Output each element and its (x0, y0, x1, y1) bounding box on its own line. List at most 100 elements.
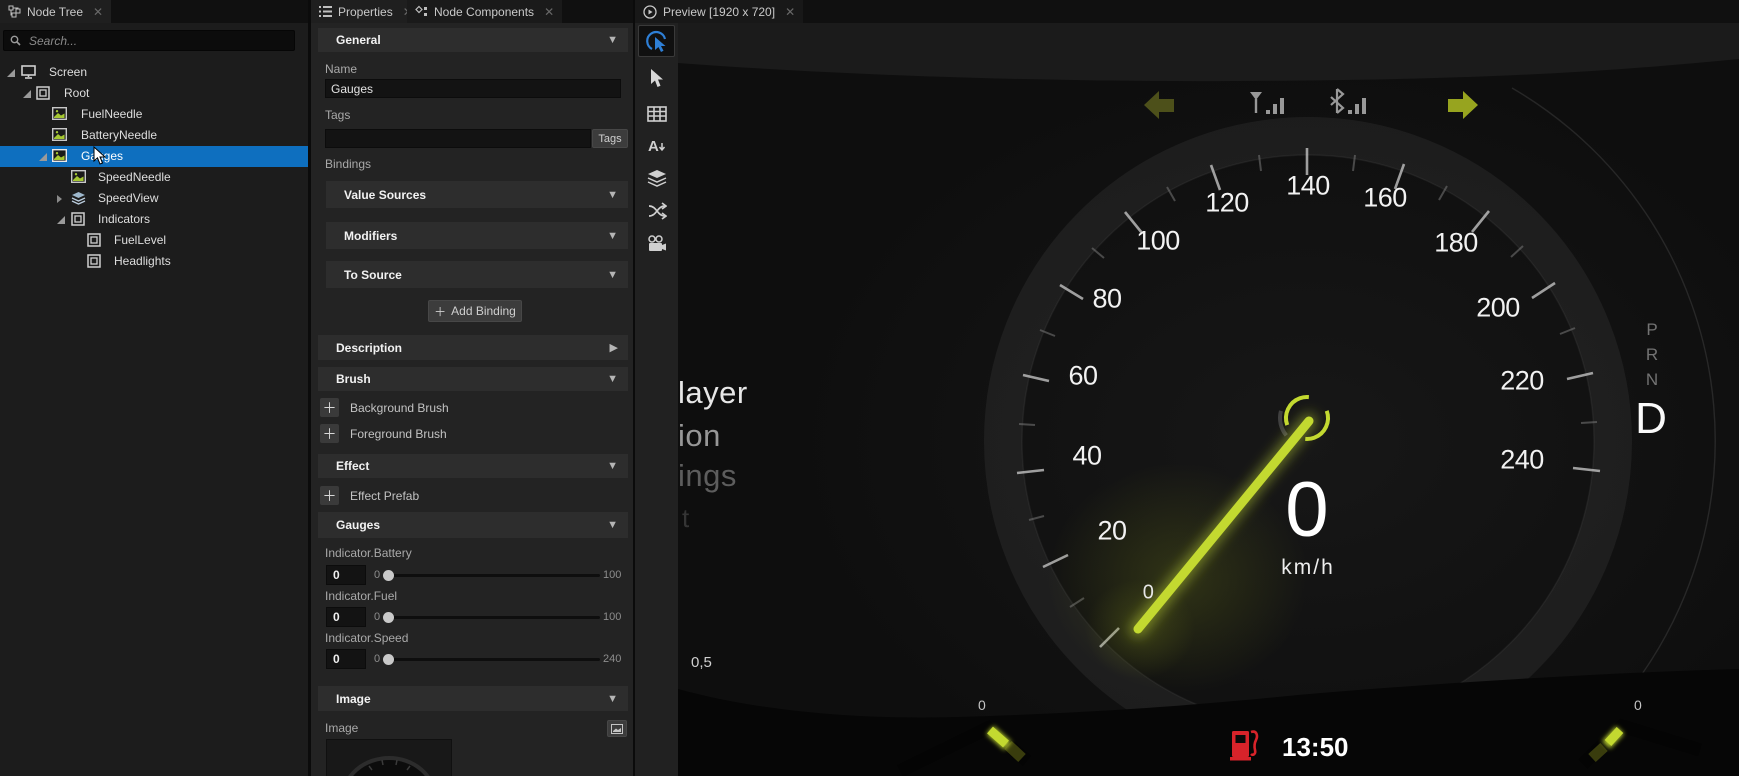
chevron-down-icon: ▼ (607, 693, 618, 705)
speed-scale-label: 220 (1500, 366, 1544, 397)
expander-icon[interactable] (23, 90, 31, 98)
preview-tabbar: Preview [1920 x 720] ✕ (635, 0, 1739, 23)
gear-active: D (1635, 394, 1667, 444)
animation-tool-button[interactable] (638, 228, 675, 260)
section-to-source[interactable]: To Source ▼ (326, 261, 628, 288)
chevron-down-icon: ▼ (607, 373, 618, 385)
tree-item-speedneedle[interactable]: SpeedNeedle (0, 167, 308, 188)
search-input[interactable] (27, 33, 271, 49)
foreground-brush-label: Foreground Brush (350, 427, 447, 441)
preview-viewport[interactable]: layer ion ings t 20 40 60 80 100 120 140… (678, 23, 1739, 776)
section-effect[interactable]: Effect ▼ (318, 454, 628, 478)
section-title: Brush (336, 372, 371, 386)
tree-item-batteryneedle[interactable]: BatteryNeedle (0, 125, 308, 146)
plus-icon: ＋ (434, 303, 446, 320)
expander-icon[interactable] (39, 153, 47, 161)
node-2d-icon (87, 254, 102, 268)
tree-item-fuelneedle[interactable]: FuelNeedle (0, 104, 308, 125)
indicator-speed-label: Indicator.Speed (325, 631, 408, 645)
grid-tool-button[interactable] (638, 98, 675, 130)
add-foreground-brush-button[interactable]: ＋ (320, 424, 339, 443)
menu-fragment: ings (678, 458, 737, 494)
node-tree-tab-label: Node Tree (27, 5, 83, 19)
close-icon[interactable]: ✕ (785, 5, 795, 19)
section-value-sources[interactable]: Value Sources ▼ (326, 181, 628, 208)
video-camera-icon (647, 235, 667, 253)
tree-item-label: SpeedView (98, 191, 159, 205)
slider-thumb[interactable] (383, 654, 394, 665)
add-effect-prefab-button[interactable]: ＋ (320, 486, 339, 505)
add-background-brush-button[interactable]: ＋ (320, 398, 339, 417)
image-thumbnail-preview (327, 740, 451, 776)
tree-item-gauges[interactable]: Gauges (0, 146, 308, 167)
background-brush-label: Background Brush (350, 401, 449, 415)
add-binding-button[interactable]: ＋Add Binding (428, 300, 522, 322)
section-title: Effect (336, 459, 369, 473)
expander-icon[interactable] (57, 216, 65, 224)
close-icon[interactable]: ✕ (93, 5, 103, 19)
search-box[interactable] (3, 30, 295, 51)
tree-item-headlights[interactable]: Headlights (0, 251, 308, 272)
tab-preview[interactable]: Preview [1920 x 720] ✕ (635, 0, 803, 23)
tab-properties[interactable]: Properties ✕ (311, 0, 421, 23)
name-label: Name (325, 62, 357, 76)
image-picker-button[interactable] (607, 720, 627, 737)
layers-icon (71, 191, 86, 205)
section-brush[interactable]: Brush ▼ (318, 367, 628, 391)
tab-node-components[interactable]: Node Components ✕ (407, 0, 562, 23)
application-window: Node Tree ✕ Screen Root FuelNeedle Batte… (0, 0, 1739, 776)
name-field[interactable] (325, 79, 621, 98)
grid-icon (647, 106, 667, 122)
speed-scale-label: 40 (1072, 441, 1101, 472)
expander-icon[interactable] (7, 69, 15, 77)
select-tool-button[interactable] (638, 62, 675, 94)
slider-thumb[interactable] (383, 570, 394, 581)
tree-item-root[interactable]: Root (0, 83, 308, 104)
menu-fragment: ion (678, 418, 721, 454)
section-gauges[interactable]: Gauges ▼ (318, 512, 628, 538)
indicator-speed-slider[interactable] (393, 658, 600, 661)
tab-properties-label: Properties (338, 5, 393, 19)
indicator-fuel-value[interactable] (326, 607, 366, 627)
gear-p: P (1646, 320, 1657, 340)
turn-signal-left-icon (1144, 91, 1174, 119)
node-tree-panel: Node Tree ✕ Screen Root FuelNeedle Batte… (0, 0, 308, 776)
menu-fragment: t (682, 503, 690, 534)
tree-item-screen[interactable]: Screen (0, 62, 308, 83)
slider-thumb[interactable] (383, 612, 394, 623)
tree-item-label: FuelLevel (114, 233, 166, 247)
cursor-icon (649, 68, 665, 88)
section-title: Image (336, 692, 371, 706)
close-icon[interactable]: ✕ (544, 5, 554, 19)
image-icon (52, 107, 67, 121)
play-circle-icon (643, 5, 657, 19)
speedometer-svg (678, 23, 1739, 776)
chevron-right-icon: ▶ (610, 341, 618, 354)
svg-text:A: A (648, 138, 659, 155)
text-tool-button[interactable]: A (638, 130, 675, 162)
expander-icon[interactable] (57, 195, 62, 203)
indicator-battery-value[interactable] (326, 565, 366, 585)
indicator-fuel-slider[interactable] (393, 616, 600, 619)
tree-item-indicators[interactable]: Indicators (0, 209, 308, 230)
section-title: Gauges (336, 518, 380, 532)
section-image[interactable]: Image ▼ (318, 686, 628, 711)
tree-item-speedview[interactable]: SpeedView (0, 188, 308, 209)
tree-item-fuellevel[interactable]: FuelLevel (0, 230, 308, 251)
indicator-speed-value[interactable] (326, 649, 366, 669)
clock: 13:50 (1282, 732, 1349, 763)
indicator-battery-slider[interactable] (393, 574, 600, 577)
node-2d-icon (36, 86, 51, 100)
section-description[interactable]: Description ▶ (318, 335, 628, 360)
section-modifiers[interactable]: Modifiers ▼ (326, 222, 628, 249)
section-general[interactable]: General ▼ (318, 28, 628, 52)
layers-tool-button[interactable] (638, 162, 675, 194)
interact-tool-button[interactable] (638, 25, 675, 57)
node-tree-tab[interactable]: Node Tree ✕ (0, 0, 111, 23)
chevron-down-icon: ▼ (607, 189, 618, 201)
speed-scale-start-label: 0 (1143, 582, 1154, 605)
tags-field[interactable] (325, 129, 591, 148)
image-thumbnail[interactable] (326, 739, 452, 776)
transitions-tool-button[interactable] (638, 195, 675, 227)
tags-button[interactable]: Tags (592, 129, 628, 148)
